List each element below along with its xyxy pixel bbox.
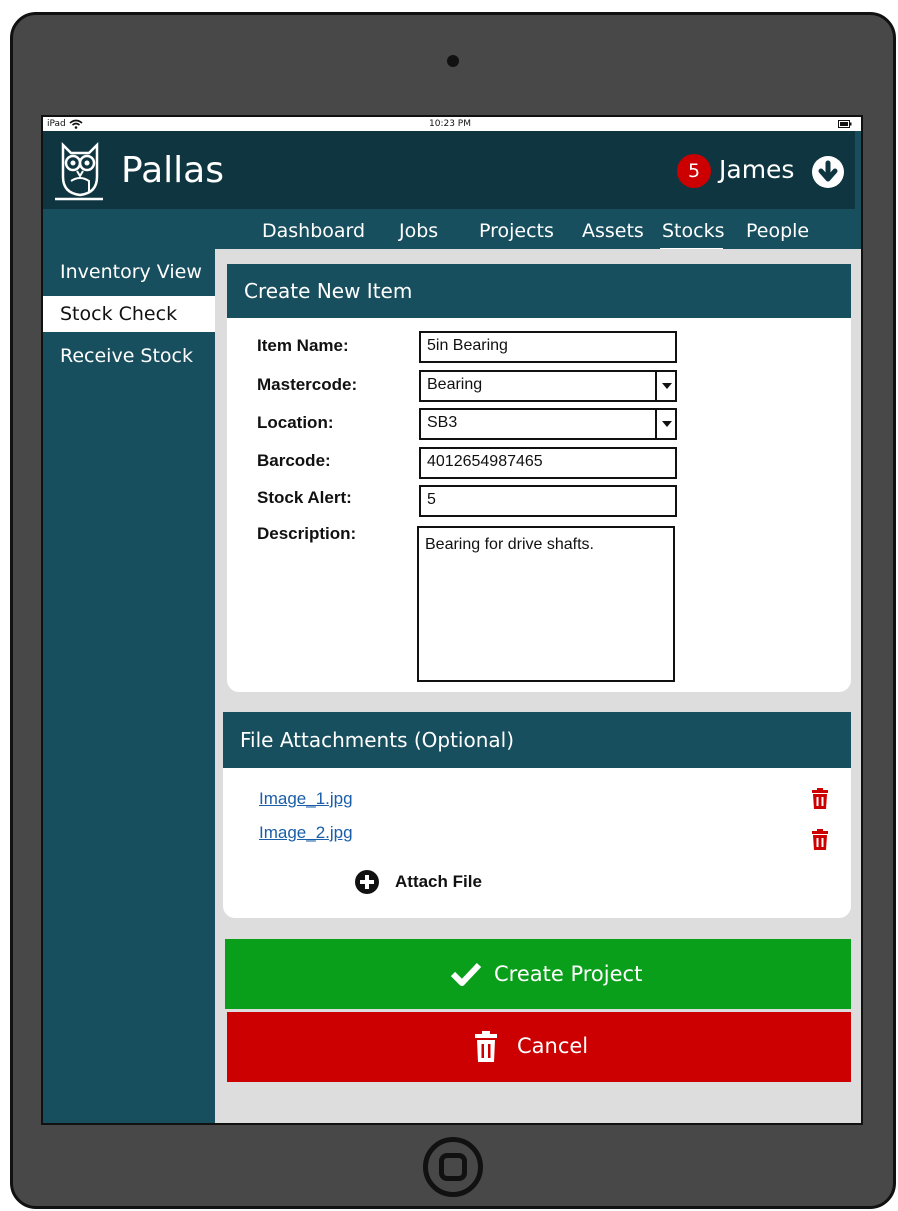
user-name[interactable]: James — [719, 155, 794, 185]
mastercode-select[interactable]: Bearing — [419, 370, 677, 402]
nav-people[interactable]: People — [746, 219, 809, 243]
mastercode-value: Bearing — [427, 376, 483, 393]
description-label: Description: — [257, 524, 357, 543]
nav-jobs[interactable]: Jobs — [399, 219, 438, 243]
trash-icon[interactable] — [810, 788, 830, 810]
item-name-input[interactable]: 5in Bearing — [419, 331, 677, 363]
sidebar-item-inventory-view[interactable]: Inventory View — [43, 254, 215, 290]
location-select[interactable]: SB3 — [419, 408, 677, 440]
attachment-link-1[interactable]: Image_1.jpg — [259, 789, 353, 809]
checkmark-icon — [450, 962, 482, 986]
location-value: SB3 — [427, 414, 458, 431]
attachments-title: File Attachments (Optional) — [223, 712, 851, 768]
mastercode-label: Mastercode: — [257, 375, 358, 394]
nav-assets[interactable]: Assets — [582, 219, 644, 243]
description-textarea[interactable]: Bearing for drive shafts. — [417, 526, 675, 682]
battery-icon — [838, 120, 852, 128]
nav-stocks[interactable]: Stocks — [662, 219, 724, 243]
stock-alert-input[interactable]: 5 — [419, 485, 677, 517]
location-label: Location: — [257, 413, 334, 432]
sidebar-item-stock-check[interactable]: Stock Check — [43, 296, 215, 332]
owl-logo-icon — [55, 141, 103, 201]
plus-circle-icon[interactable] — [355, 870, 379, 894]
chevron-down-icon[interactable] — [655, 410, 675, 438]
device-label: iPad — [47, 119, 66, 129]
attach-file-button[interactable]: Attach File — [395, 872, 482, 892]
trash-icon[interactable] — [810, 829, 830, 851]
home-button-inner — [439, 1153, 467, 1181]
attachment-link-2[interactable]: Image_2.jpg — [259, 823, 353, 843]
sidebar-item-receive-stock[interactable]: Receive Stock — [43, 338, 215, 374]
wifi-icon — [69, 119, 83, 129]
camera-icon — [447, 55, 459, 67]
chevron-down-icon[interactable] — [655, 372, 675, 400]
nav-projects[interactable]: Projects — [479, 219, 554, 243]
app-title: Pallas — [121, 150, 224, 191]
main-content: Create New Item Item Name: 5in Bearing M… — [215, 249, 861, 1123]
nav-dashboard[interactable]: Dashboard — [262, 219, 365, 243]
stock-alert-label: Stock Alert: — [257, 488, 352, 507]
cancel-label: Cancel — [517, 1034, 589, 1058]
status-bar: iPad 10:23 PM — [43, 117, 861, 131]
create-project-button[interactable]: Create Project — [225, 939, 851, 1009]
trash-icon — [475, 1031, 497, 1062]
notification-badge[interactable]: 5 — [677, 154, 711, 188]
create-project-label: Create Project — [494, 962, 643, 986]
status-time: 10:23 PM — [429, 119, 471, 129]
card-title: Create New Item — [227, 264, 851, 318]
create-item-card: Create New Item Item Name: 5in Bearing M… — [227, 264, 851, 692]
barcode-input[interactable]: 4012654987465 — [419, 447, 677, 479]
barcode-label: Barcode: — [257, 451, 331, 470]
item-name-label: Item Name: — [257, 336, 349, 355]
screen: iPad 10:23 PM Pallas 5 James Dashboard J… — [41, 115, 863, 1125]
download-circle-icon[interactable] — [812, 156, 844, 188]
attachments-card: File Attachments (Optional) Image_1.jpg … — [223, 712, 851, 918]
cancel-button[interactable]: Cancel — [227, 1012, 851, 1082]
